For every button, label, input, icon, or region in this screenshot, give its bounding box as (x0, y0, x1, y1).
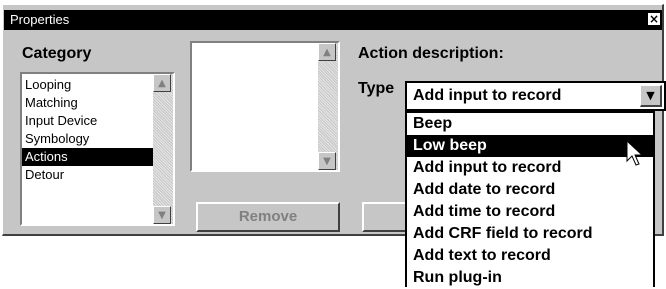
category-list: Looping Matching Input Device Symbology Acti… (22, 74, 153, 224)
type-dropdown[interactable]: Add input to record ▼ (405, 81, 666, 111)
type-option[interactable]: Add CRF field to record (407, 223, 653, 245)
type-option[interactable]: Run plug-in (407, 267, 653, 289)
category-item[interactable]: Looping (22, 76, 153, 94)
scroll-down-icon[interactable]: ▼ (153, 206, 171, 224)
type-label: Type (358, 80, 395, 97)
type-option[interactable]: Low beep (407, 135, 653, 157)
action-list[interactable]: ▲ ▼ (190, 41, 340, 172)
type-option[interactable]: Add input to record (407, 157, 653, 179)
scroll-up-icon[interactable]: ▲ (153, 74, 171, 92)
category-listbox[interactable]: Looping Matching Input Device Symbology Acti… (20, 72, 175, 226)
category-item[interactable]: Matching (22, 94, 153, 112)
type-option[interactable]: Add time to record (407, 201, 653, 223)
remove-button[interactable]: Remove (196, 202, 340, 232)
mouse-pointer-icon (626, 140, 644, 166)
type-option[interactable]: Add date to record (407, 179, 653, 201)
type-dropdown-value: Add input to record (413, 87, 562, 104)
close-icon[interactable]: × (648, 13, 660, 25)
category-item[interactable]: Detour (22, 166, 153, 184)
category-scrollbar[interactable]: ▲ ▼ (153, 74, 173, 224)
type-dropdown-list[interactable]: Beep Low beep Add input to record Add date … (405, 111, 655, 287)
title-bar[interactable]: Properties × (4, 10, 662, 30)
action-list-scrollbar[interactable]: ▲ ▼ (318, 43, 338, 170)
window-title: Properties (10, 12, 70, 27)
scroll-down-icon[interactable]: ▼ (318, 152, 336, 170)
action-list-content (192, 43, 318, 170)
action-description-label: Action description: (358, 45, 504, 62)
chevron-down-icon[interactable]: ▼ (640, 85, 662, 107)
type-option[interactable]: Beep (407, 113, 653, 135)
category-item[interactable]: Actions (22, 148, 153, 166)
category-item[interactable]: Symbology (22, 130, 153, 148)
category-label: Category (22, 45, 92, 62)
category-item[interactable]: Input Device (22, 112, 153, 130)
type-option[interactable]: Add text to record (407, 245, 653, 267)
scroll-up-icon[interactable]: ▲ (318, 43, 336, 61)
